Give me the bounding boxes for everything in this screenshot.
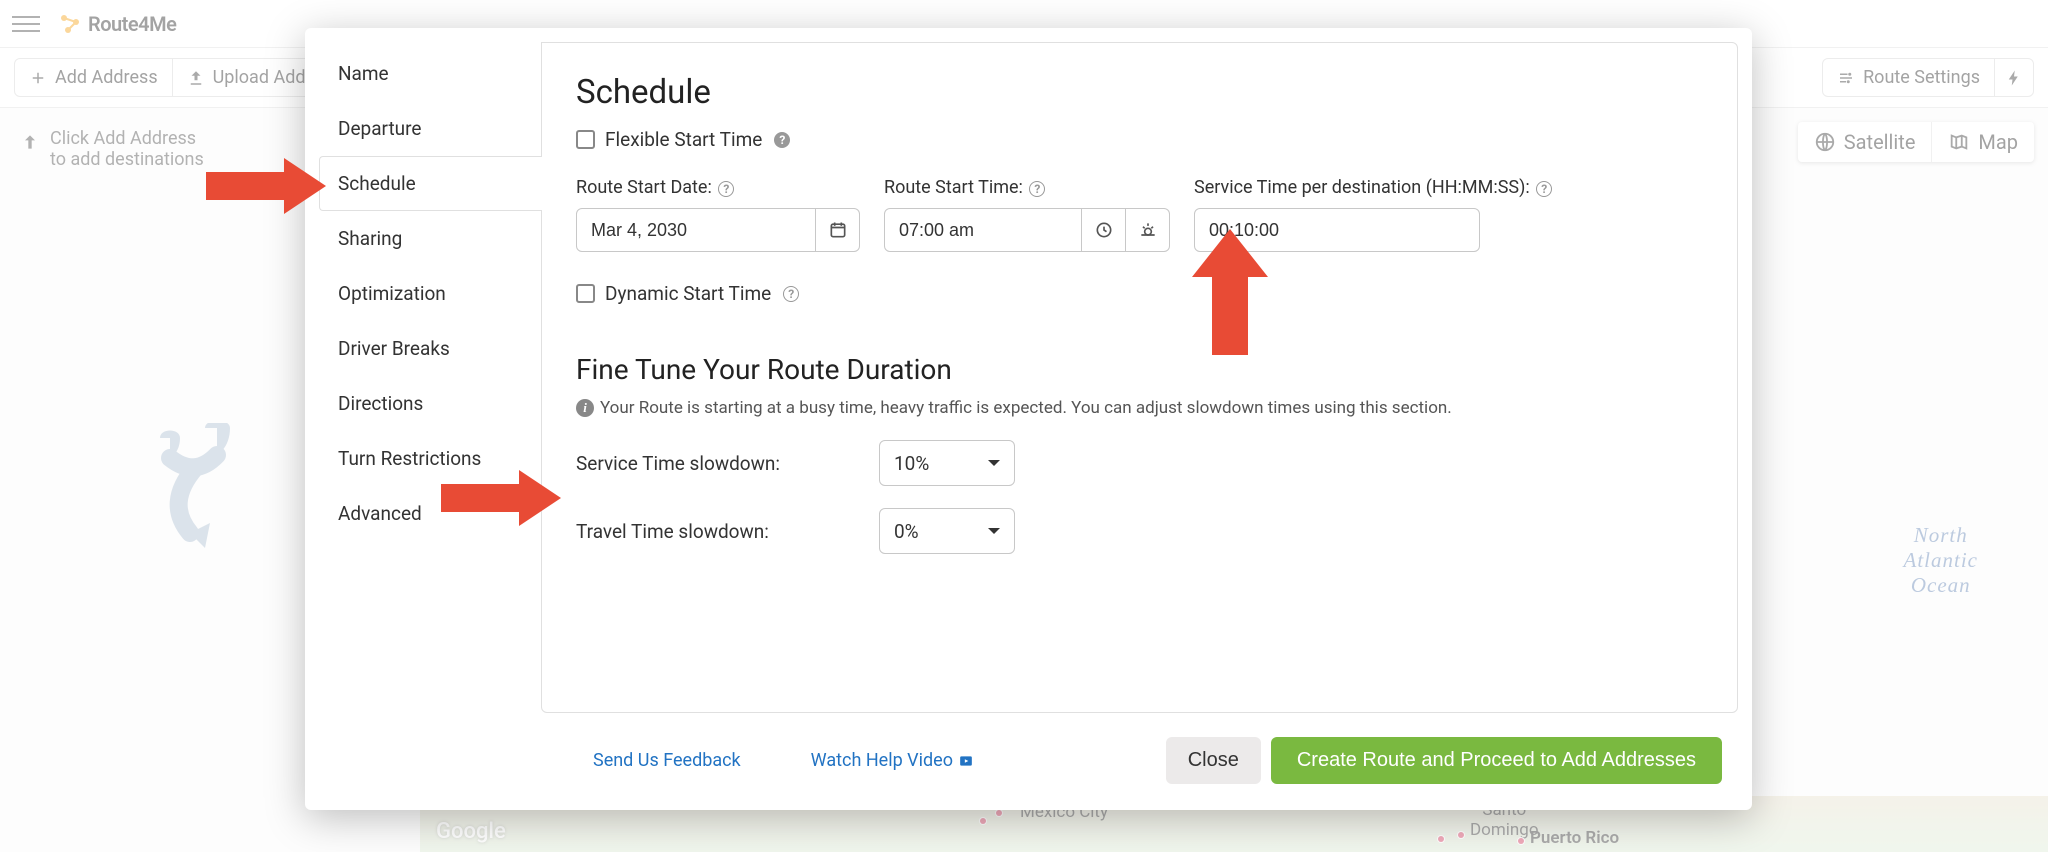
finetune-info: i Your Route is starting at a busy time,… [576,398,1703,418]
nav-item-optimization[interactable]: Optimization [319,266,541,321]
dynamic-start-checkbox[interactable] [576,284,595,303]
travel-slowdown-select[interactable]: 0% [879,508,1015,554]
nav-item-schedule[interactable]: Schedule [319,156,542,211]
flexible-start-label: Flexible Start Time [605,128,762,151]
settings-nav: Name Departure Schedule Sharing Optimiza… [319,42,541,713]
nav-item-directions[interactable]: Directions [319,376,541,431]
help-icon[interactable]: ? [718,181,734,197]
panel-title: Schedule [576,73,1703,112]
chevron-down-icon [988,460,1000,472]
route-start-date-input[interactable] [576,208,816,252]
nav-item-departure[interactable]: Departure [319,101,541,156]
service-slowdown-select[interactable]: 10% [879,440,1015,486]
clock-button[interactable] [1082,208,1126,252]
nav-item-advanced[interactable]: Advanced [319,486,541,541]
calendar-icon [828,220,848,240]
flexible-start-checkbox[interactable] [576,130,595,149]
calendar-button[interactable] [816,208,860,252]
service-slowdown-label: Service Time slowdown: [576,452,879,475]
schedule-panel: Schedule Flexible Start Time ? Route Sta… [541,42,1738,713]
clock-icon [1094,220,1114,240]
help-icon[interactable]: ? [783,286,799,302]
service-time-input[interactable] [1194,208,1480,252]
help-icon[interactable]: ? [1536,181,1552,197]
service-time-label: Service Time per destination (HH:MM:SS):… [1194,177,1552,198]
modal-footer: Send Us Feedback Watch Help Video Close … [305,727,1752,810]
help-icon[interactable]: ? [1029,181,1045,197]
feedback-link[interactable]: Send Us Feedback [593,750,741,771]
chevron-down-icon [988,528,1000,540]
dynamic-start-label: Dynamic Start Time [605,282,771,305]
nav-item-driver-breaks[interactable]: Driver Breaks [319,321,541,376]
info-icon: i [576,399,594,417]
help-icon[interactable]: ? [774,132,790,148]
nav-item-turn-restrictions[interactable]: Turn Restrictions [319,431,541,486]
play-icon [959,754,973,768]
nav-item-sharing[interactable]: Sharing [319,211,541,266]
sunrise-icon [1138,220,1158,240]
route-start-date-label: Route Start Date: ? [576,177,860,198]
nav-item-name[interactable]: Name [319,46,541,101]
route-settings-modal: Name Departure Schedule Sharing Optimiza… [305,28,1752,810]
close-button[interactable]: Close [1166,737,1261,784]
finetune-title: Fine Tune Your Route Duration [576,353,1703,386]
route-start-time-input[interactable] [884,208,1082,252]
route-start-time-label: Route Start Time: ? [884,177,1170,198]
sunrise-button[interactable] [1126,208,1170,252]
travel-slowdown-label: Travel Time slowdown: [576,520,879,543]
watch-video-link[interactable]: Watch Help Video [811,750,973,771]
create-route-button[interactable]: Create Route and Proceed to Add Addresse… [1271,737,1722,784]
